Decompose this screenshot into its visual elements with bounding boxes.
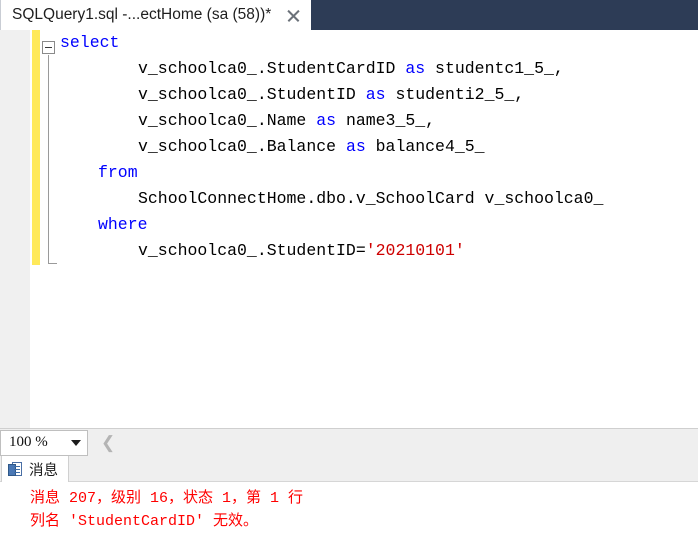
results-tab-bar: 消息 xyxy=(0,456,698,482)
code-token: name3_5_, xyxy=(336,111,436,130)
message-line: 列名 'StudentCardID' 无效。 xyxy=(30,513,259,530)
code-token: v_schoolca0_.StudentID= xyxy=(138,241,366,260)
code-token: as xyxy=(316,111,337,130)
document-tab-sqlquery1[interactable]: SQLQuery1.sql -...ectHome (sa (58))* xyxy=(0,0,312,30)
tab-messages-label: 消息 xyxy=(29,462,58,479)
code-token: v_schoolca0_.Name xyxy=(138,111,317,130)
code-token: where xyxy=(98,215,148,234)
code-token: '20210101' xyxy=(365,241,465,260)
close-icon[interactable] xyxy=(285,7,302,24)
code-line: SchoolConnectHome.dbo.v_SchoolCard v_sch… xyxy=(0,186,698,212)
document-tab-strip: SQLQuery1.sql -...ectHome (sa (58))* xyxy=(0,0,698,30)
results-pane: 消息 消息 207，级别 16，状态 1，第 1 行列名 'StudentCar… xyxy=(0,456,698,560)
sql-editor[interactable]: select v_schoolca0_.StudentCardID as stud… xyxy=(0,30,698,428)
code-token: select xyxy=(60,33,120,52)
code-line: v_schoolca0_.StudentID='20210101' xyxy=(0,238,698,264)
code-token: as xyxy=(345,137,366,156)
code-token: v_schoolca0_.StudentCardID xyxy=(138,59,406,78)
zoom-level-value: 100 % xyxy=(9,434,48,450)
zoom-level-combobox[interactable]: 100 % xyxy=(0,429,88,456)
code-token: studentc1_5_, xyxy=(425,59,564,78)
code-token: studenti2_5_, xyxy=(385,85,525,104)
code-token: as xyxy=(365,85,386,104)
code-token: from xyxy=(98,163,138,182)
code-token: SchoolConnectHome.dbo.v_SchoolCard v_sch… xyxy=(138,189,604,208)
code-line: v_schoolca0_.StudentID as studenti2_5_, xyxy=(0,82,698,108)
code-line: where xyxy=(0,212,698,238)
code-token: as xyxy=(405,59,426,78)
code-token: v_schoolca0_.Balance xyxy=(138,137,346,156)
document-tab-title: SQLQuery1.sql -...ectHome (sa (58))* xyxy=(12,6,272,23)
code-token: balance4_5_ xyxy=(365,137,485,156)
code-line: v_schoolca0_.Balance as balance4_5_ xyxy=(0,134,698,160)
code-line: v_schoolca0_.Name as name3_5_, xyxy=(0,108,698,134)
code-line: select xyxy=(0,30,698,56)
chevron-down-icon[interactable] xyxy=(71,439,81,446)
chevron-left-icon[interactable]: ❮ xyxy=(101,434,115,451)
tab-messages[interactable]: 消息 xyxy=(1,456,69,482)
messages-icon xyxy=(8,461,23,477)
code-token: v_schoolca0_.StudentID xyxy=(138,85,366,104)
sql-code-text[interactable]: select v_schoolca0_.StudentCardID as stud… xyxy=(0,30,698,264)
code-line: from xyxy=(0,160,698,186)
message-line: 消息 207，级别 16，状态 1，第 1 行 xyxy=(30,490,304,507)
ssms-query-window: SQLQuery1.sql -...ectHome (sa (58))* sel… xyxy=(0,0,698,560)
editor-status-strip: 100 % ❮ xyxy=(0,428,698,456)
code-line: v_schoolca0_.StudentCardID as studentc1_… xyxy=(0,56,698,82)
messages-output[interactable]: 消息 207，级别 16，状态 1，第 1 行列名 'StudentCardID… xyxy=(0,483,698,560)
